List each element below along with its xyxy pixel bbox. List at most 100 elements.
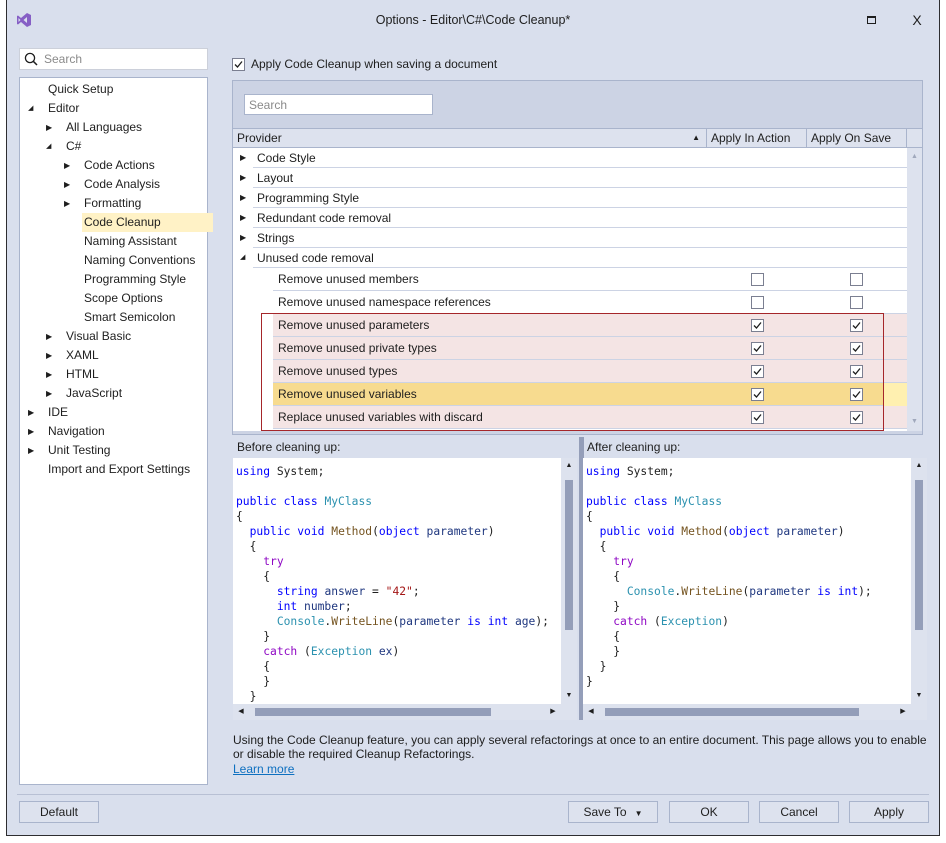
before-code-editor[interactable]: using System; public class MyClass { pub… [233, 458, 561, 704]
scroll-right-icon[interactable]: ▶ [547, 705, 559, 719]
collapsed-arrow-icon[interactable]: ▶ [64, 156, 74, 175]
apply-on-save-checkbox[interactable] [850, 365, 863, 378]
collapsed-arrow-icon[interactable]: ▶ [28, 441, 38, 460]
after-vertical-scrollbar[interactable]: ▲ ▼ [912, 458, 926, 704]
tree-item-navigation[interactable]: ▶ Navigation [20, 422, 207, 441]
learn-more-link[interactable]: Learn more [233, 762, 294, 776]
apply-on-save-checkbox[interactable]: Apply Code Cleanup when saving a documen… [232, 56, 497, 72]
provider-group-row[interactable]: ▶ Code Style [233, 148, 907, 168]
scroll-up-icon[interactable]: ▲ [562, 460, 576, 472]
apply-on-save-checkbox[interactable] [850, 411, 863, 424]
tree-item-formatting[interactable]: ▶ Formatting [20, 194, 207, 213]
expanded-arrow-icon[interactable]: ◢ [46, 137, 56, 156]
apply-in-action-checkbox[interactable] [751, 296, 764, 309]
tree-item-naming-conventions[interactable]: Naming Conventions [20, 251, 207, 270]
tree-item-import-and-export-settings[interactable]: Import and Export Settings [20, 460, 207, 479]
cancel-button[interactable]: Cancel [759, 801, 839, 823]
provider-group-row[interactable]: ▶ Redundant code removal [233, 208, 907, 228]
before-horizontal-scrollbar[interactable]: ◀ ▶ [233, 705, 561, 719]
apply-on-save-checkbox[interactable] [850, 388, 863, 401]
apply-on-save-checkbox[interactable] [850, 273, 863, 286]
after-horizontal-scrollbar[interactable]: ◀ ▶ [583, 705, 911, 719]
after-code-editor[interactable]: using System; public class MyClass { pub… [583, 458, 911, 704]
apply-button[interactable]: Apply [849, 801, 929, 823]
tree-item-html[interactable]: ▶ HTML [20, 365, 207, 384]
scroll-down-icon[interactable]: ▼ [907, 415, 922, 429]
collapsed-arrow-icon[interactable]: ▶ [46, 118, 56, 137]
collapsed-arrow-icon[interactable]: ▶ [46, 346, 56, 365]
collapsed-arrow-icon[interactable]: ▶ [64, 175, 74, 194]
collapsed-arrow-icon[interactable]: ▶ [240, 208, 246, 228]
apply-on-save-checkbox[interactable] [850, 296, 863, 309]
scroll-thumb[interactable] [605, 708, 859, 716]
apply-in-action-checkbox[interactable] [751, 388, 764, 401]
scroll-down-icon[interactable]: ▼ [562, 690, 576, 702]
tree-item-javascript[interactable]: ▶ JavaScript [20, 384, 207, 403]
grid-vertical-scrollbar[interactable]: ▲ ▼ [907, 148, 922, 431]
collapsed-arrow-icon[interactable]: ▶ [240, 148, 246, 168]
tree-item-code-analysis[interactable]: ▶ Code Analysis [20, 175, 207, 194]
tree-item-all-languages[interactable]: ▶ All Languages [20, 118, 207, 137]
scroll-left-icon[interactable]: ◀ [585, 705, 597, 719]
apply-in-action-checkbox[interactable] [751, 365, 764, 378]
collapsed-arrow-icon[interactable]: ▶ [240, 168, 246, 188]
default-button[interactable]: Default [19, 801, 99, 823]
apply-on-save-checkbox[interactable] [850, 342, 863, 355]
grid-search-input[interactable] [245, 95, 432, 114]
provider-option-row[interactable]: Remove unused private types [273, 337, 907, 360]
collapsed-arrow-icon[interactable]: ▶ [64, 194, 74, 213]
scroll-up-icon[interactable]: ▲ [912, 460, 926, 472]
expanded-arrow-icon[interactable]: ◢ [28, 99, 38, 118]
collapsed-arrow-icon[interactable]: ▶ [240, 188, 246, 208]
tree-item-editor[interactable]: ◢ Editor [20, 99, 207, 118]
tree-item-unit-testing[interactable]: ▶ Unit Testing [20, 441, 207, 460]
tree-item-code-actions[interactable]: ▶ Code Actions [20, 156, 207, 175]
maximize-button[interactable] [857, 8, 885, 32]
collapsed-arrow-icon[interactable]: ▶ [46, 327, 56, 346]
save-to-button[interactable]: Save To ▼ [568, 801, 658, 823]
collapsed-arrow-icon[interactable]: ▶ [46, 365, 56, 384]
tree-item-xaml[interactable]: ▶ XAML [20, 346, 207, 365]
column-header-apply-in-action[interactable]: Apply In Action [707, 129, 807, 147]
scroll-thumb[interactable] [915, 480, 923, 630]
apply-on-save-check[interactable] [232, 57, 245, 71]
nav-search-input[interactable] [44, 51, 204, 67]
nav-search-box[interactable] [19, 48, 208, 70]
column-header-provider[interactable]: Provider ▲ [233, 129, 707, 147]
collapsed-arrow-icon[interactable]: ▶ [240, 228, 246, 248]
tree-item-naming-assistant[interactable]: Naming Assistant [20, 232, 207, 251]
apply-in-action-checkbox[interactable] [751, 273, 764, 286]
tree-item-ide[interactable]: ▶ IDE [20, 403, 207, 422]
provider-group-row[interactable]: ▶ Programming Style [233, 188, 907, 208]
column-header-apply-on-save[interactable]: Apply On Save [807, 129, 907, 147]
tree-item-smart-semicolon[interactable]: Smart Semicolon [20, 308, 207, 327]
scroll-down-icon[interactable]: ▼ [912, 690, 926, 702]
provider-option-row[interactable]: Remove unused members [233, 268, 907, 291]
tree-item-visual-basic[interactable]: ▶ Visual Basic [20, 327, 207, 346]
tree-item-c[interactable]: ◢ C# [20, 137, 207, 156]
provider-option-row[interactable]: Remove unused parameters [273, 314, 907, 337]
provider-option-row[interactable]: Remove unused variables [273, 383, 907, 406]
scroll-thumb[interactable] [255, 708, 491, 716]
provider-group-row[interactable]: ▶ Strings [233, 228, 907, 248]
collapsed-arrow-icon[interactable]: ▶ [28, 403, 38, 422]
scroll-up-icon[interactable]: ▲ [907, 150, 922, 164]
apply-in-action-checkbox[interactable] [751, 319, 764, 332]
apply-in-action-checkbox[interactable] [751, 411, 764, 424]
apply-in-action-checkbox[interactable] [751, 342, 764, 355]
ok-button[interactable]: OK [669, 801, 749, 823]
tree-item-scope-options[interactable]: Scope Options [20, 289, 207, 308]
scroll-left-icon[interactable]: ◀ [235, 705, 247, 719]
apply-on-save-checkbox[interactable] [850, 319, 863, 332]
tree-item-quick-setup[interactable]: Quick Setup [20, 80, 207, 99]
tree-item-programming-style[interactable]: Programming Style [20, 270, 207, 289]
collapsed-arrow-icon[interactable]: ▶ [28, 422, 38, 441]
expanded-arrow-icon[interactable]: ◢ [240, 248, 245, 268]
provider-option-row[interactable]: Replace unused variables with discard [273, 406, 907, 429]
close-button[interactable]: X [903, 8, 931, 32]
provider-option-row[interactable]: Remove unused namespace references [233, 291, 907, 314]
grid-search-box[interactable] [244, 94, 433, 115]
provider-group-row[interactable]: ◢ Unused code removal [233, 248, 907, 268]
scroll-right-icon[interactable]: ▶ [897, 705, 909, 719]
provider-option-row[interactable]: Remove unused types [273, 360, 907, 383]
